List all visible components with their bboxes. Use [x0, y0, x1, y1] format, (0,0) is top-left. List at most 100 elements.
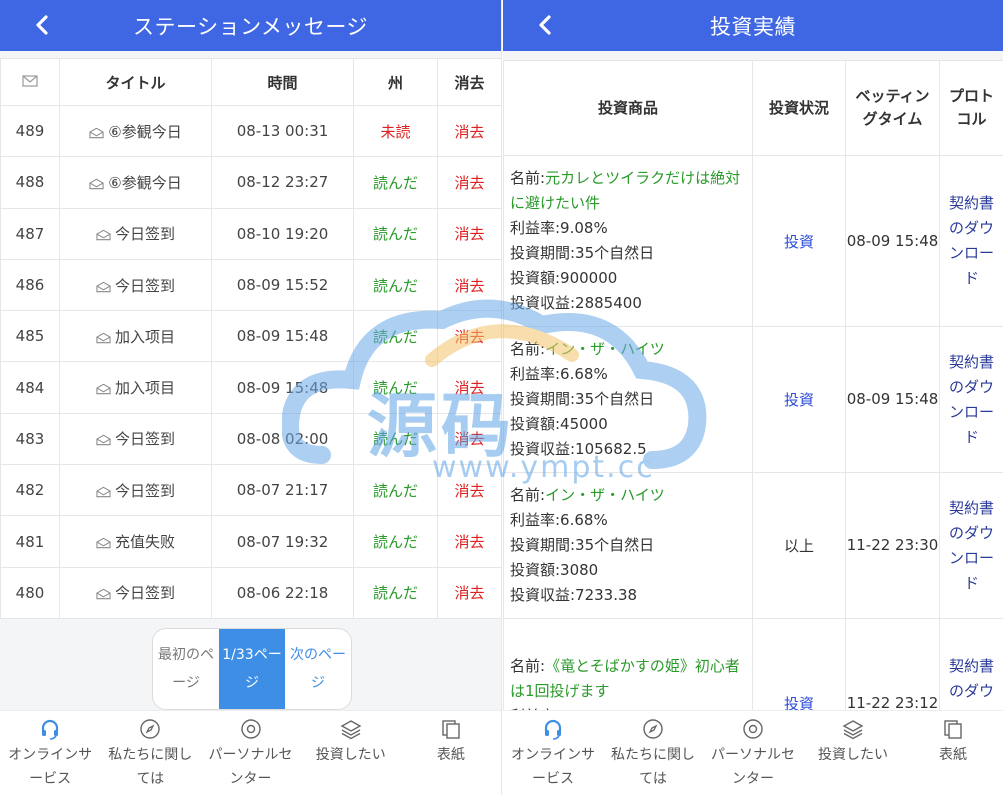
nav-item-compass[interactable]: 私たちに関しては	[100, 711, 200, 795]
message-title-cell[interactable]: ⑥参観今日	[59, 104, 212, 158]
status-badge: 読んだ	[372, 327, 418, 346]
nav-item-headset[interactable]: オンラインサービス	[503, 711, 603, 795]
first-page-button[interactable]: 最初のページ	[153, 629, 219, 709]
invest-link[interactable]: 投資	[784, 233, 814, 251]
envelope-open-icon	[96, 589, 111, 600]
delete-button[interactable]: 消去	[454, 174, 484, 192]
message-delete-cell[interactable]: 消去	[437, 515, 501, 568]
message-title[interactable]: ⑥参観今日	[108, 123, 181, 141]
contract-download-link[interactable]: 契約書のダウンロード	[949, 194, 994, 287]
message-title-cell[interactable]: 加入项目	[59, 310, 212, 363]
message-id: 489	[15, 122, 45, 141]
message-delete-cell[interactable]: 消去	[437, 156, 501, 209]
nav-item-user-center[interactable]: パーソナルセンター	[703, 711, 803, 795]
product-name-line: 名前:イン・ザ・ハイツ	[510, 483, 746, 508]
delete-button[interactable]: 消去	[454, 123, 484, 141]
betting-time: 11-22 23:30	[846, 536, 939, 554]
message-status-cell: 読んだ	[353, 412, 438, 466]
protocol-cell[interactable]: 契約書のダウンロード	[939, 472, 1003, 619]
message-delete-cell[interactable]: 消去	[437, 104, 501, 158]
delete-button[interactable]: 消去	[454, 584, 484, 602]
message-title[interactable]: 加入项目	[115, 328, 175, 346]
contract-download-link[interactable]: 契約書のダウンロード	[949, 499, 994, 592]
product-amount: 投資額:3080	[510, 561, 599, 579]
status-badge: 読んだ	[372, 225, 418, 244]
compass-icon	[100, 717, 200, 741]
messages-table-container: タイトル 時間 州 消去 489 ⑥参観今日 08-13 00:31 未読 消去 488 ⑥…	[0, 58, 501, 619]
message-title[interactable]: 今日签到	[115, 430, 175, 448]
message-id: 488	[15, 173, 45, 192]
back-button[interactable]	[30, 12, 56, 38]
message-delete-cell[interactable]: 消去	[437, 464, 501, 517]
contract-download-link[interactable]: 契約書のダウンロード	[949, 353, 994, 446]
table-row[interactable]: 482 今日签到 08-07 21:17 読んだ 消去	[0, 464, 501, 517]
nav-item-label: パーソナルセンター	[711, 747, 795, 787]
message-delete-cell[interactable]: 消去	[437, 566, 501, 619]
delete-button[interactable]: 消去	[454, 328, 484, 346]
message-time: 08-09 15:52	[236, 276, 329, 295]
message-title[interactable]: 今日签到	[115, 482, 175, 500]
next-page-button[interactable]: 次のページ	[285, 629, 351, 709]
message-title-cell[interactable]: 今日签到	[59, 258, 212, 312]
message-title-cell[interactable]: 加入项目	[59, 361, 212, 414]
message-title[interactable]: 今日签到	[115, 277, 175, 295]
message-delete-cell[interactable]: 消去	[437, 361, 501, 414]
nav-item-layers[interactable]: 投資したい	[301, 711, 401, 795]
message-status-cell: 読んだ	[353, 361, 438, 414]
back-button[interactable]	[533, 12, 559, 38]
product-name: 《竜とそばかすの姫》初心者は1回投げます	[510, 656, 740, 700]
message-delete-cell[interactable]: 消去	[437, 258, 501, 312]
message-id-cell: 482	[0, 464, 60, 517]
table-row[interactable]: 480 今日签到 08-06 22:18 読んだ 消去	[0, 566, 501, 619]
message-title-cell[interactable]: 今日签到	[59, 412, 212, 466]
message-title[interactable]: 充值失败	[115, 533, 175, 551]
delete-button[interactable]: 消去	[454, 225, 484, 243]
message-delete-cell[interactable]: 消去	[437, 310, 501, 363]
message-title[interactable]: ⑥参観今日	[108, 174, 181, 192]
nav-item-layers[interactable]: 投資したい	[803, 711, 903, 795]
message-title[interactable]: 加入项目	[115, 379, 175, 397]
delete-button[interactable]: 消去	[454, 379, 484, 397]
message-time: 08-09 15:48	[236, 378, 329, 397]
message-title-cell[interactable]: 充值失败	[59, 515, 212, 568]
table-row[interactable]: 487 今日签到 08-10 19:20 読んだ 消去	[0, 207, 501, 260]
delete-button[interactable]: 消去	[454, 482, 484, 500]
invest-link[interactable]: 投資	[784, 391, 814, 409]
betting-time-cell: 08-09 15:48	[845, 326, 940, 473]
nav-item-headset[interactable]: オンラインサービス	[0, 711, 100, 795]
message-title[interactable]: 今日签到	[115, 584, 175, 602]
table-row[interactable]: 481 充值失败 08-07 19:32 読んだ 消去	[0, 515, 501, 568]
message-title-cell[interactable]: ⑥参観今日	[59, 156, 212, 209]
table-row[interactable]: 483 今日签到 08-08 02:00 読んだ 消去	[0, 412, 501, 466]
message-time: 08-10 19:20	[236, 224, 329, 243]
product-cell: 名前:イン・ザ・ハイツ 利益率:6.68% 投資期間:35个自然日 投資額:45000…	[503, 326, 753, 473]
table-header-row: 投資商品 投資状況 ベッティングタイム プロトコル	[503, 60, 1003, 156]
message-id: 485	[15, 327, 45, 346]
product-amount: 投資額:45000	[510, 415, 608, 433]
delete-button[interactable]: 消去	[454, 277, 484, 295]
table-row[interactable]: 486 今日签到 08-09 15:52 読んだ 消去	[0, 258, 501, 312]
message-time: 08-06 22:18	[236, 583, 329, 602]
message-title-cell[interactable]: 今日签到	[59, 207, 212, 260]
message-title-cell[interactable]: 今日签到	[59, 566, 212, 619]
message-time: 08-08 02:00	[236, 429, 329, 448]
message-delete-cell[interactable]: 消去	[437, 207, 501, 260]
table-row[interactable]: 484 加入项目 08-09 15:48 読んだ 消去	[0, 361, 501, 414]
message-title-cell[interactable]: 今日签到	[59, 464, 212, 517]
nav-item-copy[interactable]: 表紙	[401, 711, 501, 795]
message-id: 481	[15, 532, 45, 551]
status-badge: 未読	[380, 122, 411, 141]
protocol-cell[interactable]: 契約書のダウンロード	[939, 326, 1003, 473]
message-time-cell: 08-12 23:27	[211, 156, 354, 209]
message-delete-cell[interactable]: 消去	[437, 412, 501, 466]
table-row[interactable]: 485 加入项目 08-09 15:48 読んだ 消去	[0, 310, 501, 363]
protocol-cell[interactable]: 契約書のダウンロード	[939, 155, 1003, 327]
nav-item-compass[interactable]: 私たちに関しては	[603, 711, 703, 795]
table-row[interactable]: 489 ⑥参観今日 08-13 00:31 未読 消去	[0, 104, 501, 158]
delete-button[interactable]: 消去	[454, 430, 484, 448]
table-row[interactable]: 488 ⑥参観今日 08-12 23:27 読んだ 消去	[0, 156, 501, 209]
nav-item-copy[interactable]: 表紙	[903, 711, 1003, 795]
message-title[interactable]: 今日签到	[115, 225, 175, 243]
delete-button[interactable]: 消去	[454, 533, 484, 551]
nav-item-user-center[interactable]: パーソナルセンター	[200, 711, 300, 795]
